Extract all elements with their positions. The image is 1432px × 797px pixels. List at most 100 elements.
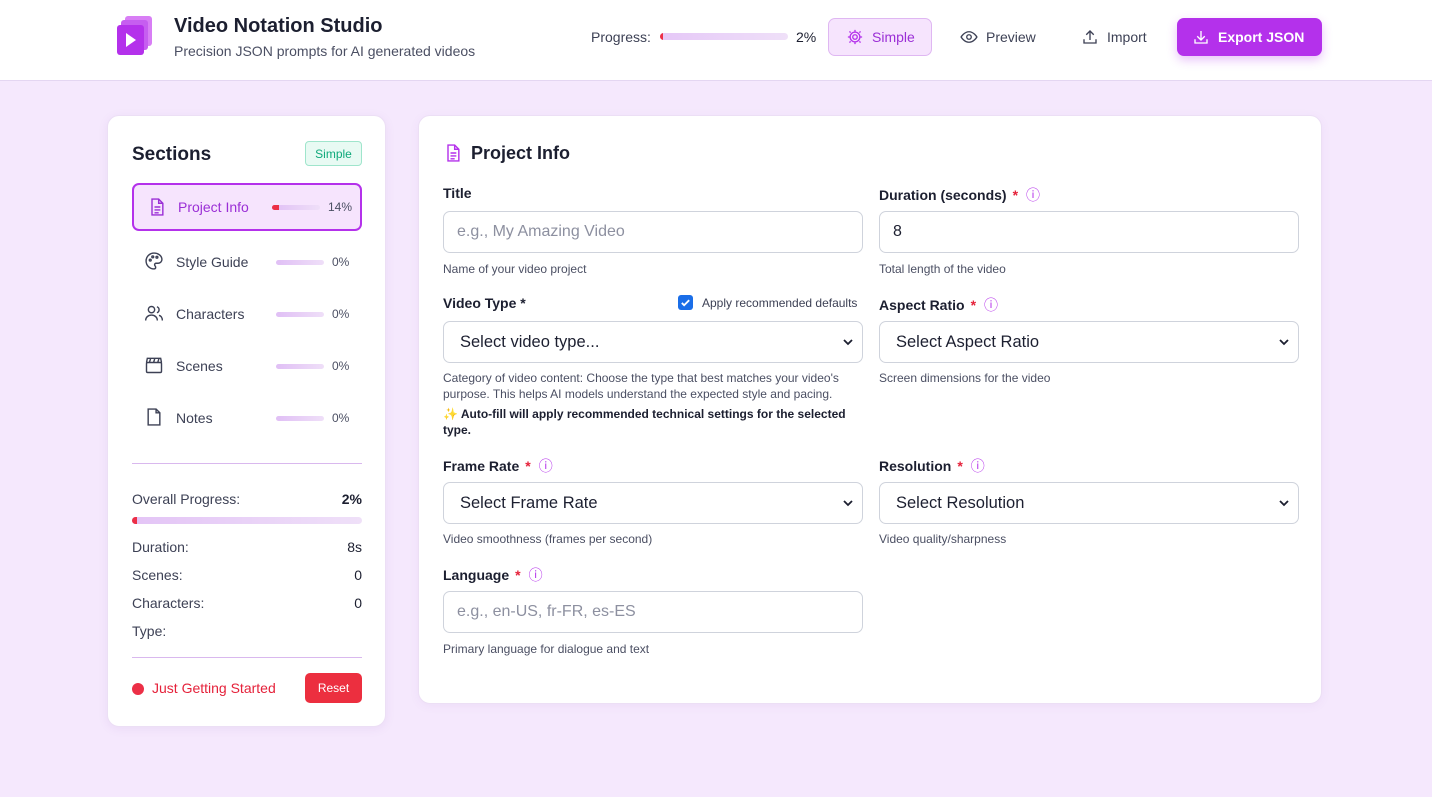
required-mark: * [970, 297, 977, 313]
sidebar-item-label: Scenes [176, 358, 223, 374]
sidebar-title: Sections [132, 144, 212, 165]
characters-stat: Characters: 0 [132, 595, 362, 611]
export-json-label: Export JSON [1218, 29, 1305, 45]
characters-stat-label: Characters: [132, 595, 205, 611]
language-helper: Primary language for dialogue and text [443, 642, 650, 656]
import-button[interactable]: Import [1067, 18, 1161, 56]
required-mark: * [525, 458, 531, 474]
progress-label: Progress: [591, 29, 651, 45]
duration-input[interactable]: 8 [879, 211, 1299, 253]
resolution-selected: Select Resolution [896, 493, 1025, 512]
sidebar-item-label: Characters [176, 306, 245, 322]
apply-defaults-checkbox[interactable]: Apply recommended defaults [678, 295, 857, 310]
video-type-field-label: Video Type * [443, 295, 526, 311]
required-mark: * [1012, 187, 1019, 203]
users-icon [144, 305, 164, 321]
import-label: Import [1107, 29, 1147, 45]
info-icon[interactable]: ⓘ [529, 567, 543, 583]
chevron-down-icon [843, 500, 853, 507]
video-type-selected: Select video type... [460, 332, 600, 351]
info-icon[interactable]: ⓘ [984, 297, 998, 313]
sections-sidebar: Sections Simple Project Info 14% Style G… [107, 115, 386, 727]
section-progress-bar [276, 259, 324, 265]
section-progress-fill [272, 204, 279, 210]
duration-field-label: Duration (seconds) * ⓘ [879, 187, 1041, 203]
sidebar-item-style-guide[interactable]: Style Guide 0% [132, 238, 362, 286]
eye-icon [960, 31, 978, 43]
progress-value: 2% [796, 29, 817, 45]
section-progress-pct: 0% [332, 411, 350, 425]
simple-mode-label: Simple [872, 29, 915, 45]
mode-badge: Simple [305, 141, 362, 166]
aspect-ratio-selected: Select Aspect Ratio [896, 332, 1040, 351]
project-info-panel: Project Info Title e.g., My Amazing Vide… [418, 115, 1322, 704]
sidebar-item-project-info[interactable]: Project Info 14% [132, 183, 362, 231]
scenes-stat-label: Scenes: [132, 567, 183, 583]
section-progress-bar [276, 311, 324, 317]
checkbox-checked-icon[interactable] [678, 295, 693, 310]
chevron-down-icon [1279, 500, 1289, 507]
scenes-stat-value: 0 [354, 567, 362, 583]
document-icon [447, 144, 460, 162]
duration-helper: Total length of the video [879, 262, 1006, 276]
info-icon[interactable]: ⓘ [971, 458, 985, 474]
overall-progress-value: 2% [341, 491, 362, 507]
title-input[interactable]: e.g., My Amazing Video [443, 211, 863, 253]
app-logo-icon [117, 16, 152, 55]
section-progress-bar [276, 363, 324, 369]
duration-stat-label: Duration: [132, 539, 189, 555]
palette-icon [145, 252, 163, 270]
chevron-down-icon [843, 339, 853, 346]
duration-stat-value: 8s [347, 539, 362, 555]
apply-defaults-label: Apply recommended defaults [702, 295, 858, 310]
sidebar-item-label: Style Guide [176, 254, 249, 270]
duration-stat: Duration: 8s [132, 539, 362, 555]
title-field-label: Title [443, 185, 472, 201]
sidebar-item-notes[interactable]: Notes 0% [132, 394, 362, 442]
section-progress-pct: 0% [332, 307, 350, 321]
export-json-button[interactable]: Export JSON [1177, 18, 1322, 56]
section-progress-pct: 0% [332, 255, 350, 269]
info-icon[interactable]: ⓘ [1026, 187, 1040, 203]
characters-stat-value: 0 [354, 595, 362, 611]
download-icon [1194, 31, 1208, 44]
sidebar-item-scenes[interactable]: Scenes 0% [132, 342, 362, 390]
sidebar-item-characters[interactable]: Characters 0% [132, 290, 362, 338]
overall-progress-label: Overall Progress: [132, 491, 241, 507]
section-progress-bar [276, 415, 324, 421]
preview-label: Preview [986, 29, 1036, 45]
frame-rate-select[interactable]: Select Frame Rate [443, 482, 863, 524]
chevron-down-icon [1279, 339, 1289, 346]
language-input[interactable]: e.g., en-US, fr-FR, es-ES [443, 591, 863, 633]
resolution-field-label: Resolution * ⓘ [879, 458, 985, 474]
type-stat-label: Type: [132, 623, 167, 639]
resolution-select[interactable]: Select Resolution [879, 482, 1299, 524]
video-type-helper: Category of video content: Choose the ty… [443, 371, 839, 401]
frame-rate-field-label: Frame Rate * ⓘ [443, 458, 553, 474]
reset-button[interactable]: Reset [305, 673, 362, 703]
frame-rate-helper: Video smoothness (frames per second) [443, 532, 653, 546]
preview-button[interactable]: Preview [946, 18, 1050, 56]
upload-icon [1083, 30, 1097, 44]
overall-progress-bar [132, 517, 362, 524]
required-mark: * [515, 567, 521, 583]
header-progress-bar [660, 33, 788, 40]
title-helper: Name of your video project [443, 262, 587, 276]
gear-icon [847, 29, 863, 45]
info-icon[interactable]: ⓘ [539, 458, 553, 474]
video-type-select[interactable]: Select video type... [443, 321, 863, 363]
resolution-helper: Video quality/sharpness [879, 532, 1007, 546]
autofill-note: ✨ Auto-fill will apply recommended techn… [443, 407, 846, 437]
frame-rate-selected: Select Frame Rate [460, 493, 598, 512]
aspect-ratio-select[interactable]: Select Aspect Ratio [879, 321, 1299, 363]
type-stat: Type: [132, 623, 362, 639]
panel-title: Project Info [471, 143, 571, 163]
overall-progress-row: Overall Progress: 2% [132, 491, 362, 507]
sidebar-divider [132, 463, 362, 464]
required-mark: * [957, 458, 963, 474]
simple-mode-button[interactable]: Simple [828, 18, 932, 56]
status-text: Just Getting Started [152, 680, 276, 696]
document-icon [151, 198, 164, 216]
status-dot [132, 683, 144, 695]
sidebar-item-label: Project Info [178, 199, 249, 215]
